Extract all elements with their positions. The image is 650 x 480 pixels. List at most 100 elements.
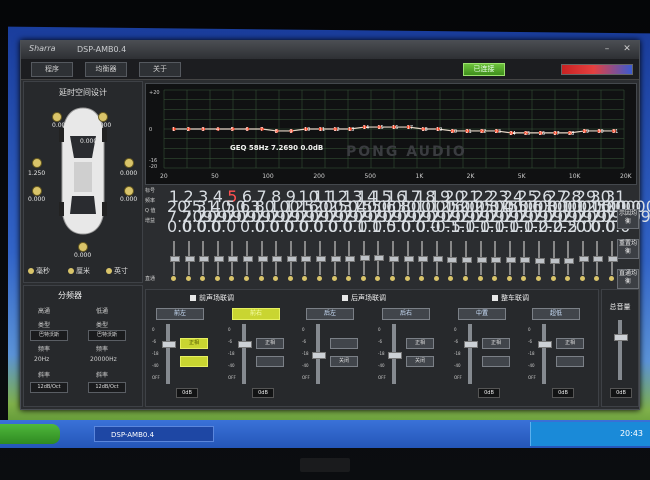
group-whole-link[interactable]: 整车联调: [492, 293, 529, 303]
phase-button[interactable]: [330, 338, 358, 349]
slider-knob[interactable]: [578, 256, 589, 262]
eq-band-slider[interactable]: [255, 241, 269, 277]
phase-button[interactable]: 正相: [406, 338, 434, 349]
eq-band-slider[interactable]: [532, 241, 546, 277]
slider-knob[interactable]: [257, 256, 268, 262]
eq-band-slider[interactable]: [386, 241, 400, 277]
eq-cell-gain[interactable]: 0.0: [211, 217, 236, 236]
slider-knob[interactable]: [286, 256, 297, 262]
eq-band-slider[interactable]: [342, 241, 356, 277]
lp-type-select[interactable]: 巴特沃斯: [88, 330, 126, 341]
bypass-dot-icon[interactable]: [273, 276, 279, 281]
start-button[interactable]: [0, 424, 60, 444]
bypass-dot-icon[interactable]: [185, 276, 191, 281]
channel-fader-knob[interactable]: [238, 340, 252, 348]
slider-knob[interactable]: [418, 256, 429, 262]
eq-cell-gain[interactable]: 1.5: [371, 217, 396, 236]
eq-band-slider[interactable]: [196, 241, 210, 277]
side-button-bypass-eq[interactable]: 直通均衡: [617, 269, 639, 289]
eq-cell-gain[interactable]: -1.0: [474, 217, 505, 236]
bypass-dot-icon[interactable]: [258, 276, 264, 281]
eq-band-slider[interactable]: [371, 241, 385, 277]
menu-program[interactable]: 程序: [31, 62, 73, 77]
channel-name-button[interactable]: 超低: [532, 308, 580, 320]
bypass-dot-icon[interactable]: [360, 276, 366, 281]
slider-knob[interactable]: [462, 256, 472, 263]
lp-freq-value[interactable]: 20000Hz: [90, 356, 117, 363]
eq-cell-gain[interactable]: 0.0: [328, 217, 353, 236]
slider-knob[interactable]: [184, 256, 195, 262]
bypass-dot-icon[interactable]: [506, 276, 512, 281]
side-button-reset-eq[interactable]: 重置均衡: [617, 239, 639, 259]
bypass-dot-icon[interactable]: [229, 276, 235, 281]
channel-fader-knob[interactable]: [162, 340, 176, 348]
channel-name-button[interactable]: 中置: [458, 308, 506, 320]
slider-knob[interactable]: [345, 256, 356, 262]
eq-cell-gain[interactable]: 0.0: [386, 217, 411, 236]
bypass-dot-icon[interactable]: [214, 276, 220, 281]
bypass-dot-icon[interactable]: [244, 276, 249, 281]
eq-band-slider[interactable]: [401, 241, 415, 277]
slider-knob[interactable]: [476, 256, 487, 263]
bypass-dot-icon[interactable]: [492, 276, 498, 281]
slider-knob[interactable]: [243, 256, 253, 262]
phase-button[interactable]: 正相: [180, 338, 208, 349]
speaker-mid-right-icon[interactable]: [124, 158, 134, 168]
eq-cell-gain[interactable]: -1.0: [459, 217, 490, 236]
taskbar-app-item[interactable]: DSP-AMB0.4: [94, 426, 214, 442]
eq-band-slider[interactable]: [561, 241, 575, 277]
bypass-dot-icon[interactable]: [565, 276, 571, 281]
menu-equalizer[interactable]: 均衡器: [85, 62, 127, 77]
group-rear-link[interactable]: 后声场联调: [342, 293, 386, 303]
eq-cell-gain[interactable]: 0.0: [196, 217, 221, 236]
eq-cell-gain[interactable]: 0.0: [590, 217, 615, 236]
slider-knob[interactable]: [359, 255, 370, 262]
eq-cell-gain[interactable]: 0.0: [401, 217, 426, 236]
hp-freq-value[interactable]: 20Hz: [34, 356, 49, 363]
bypass-dot-icon[interactable]: [346, 276, 352, 281]
phase-button[interactable]: 正相: [256, 338, 284, 349]
mute-button[interactable]: 关闭: [330, 356, 358, 367]
bypass-dot-icon[interactable]: [317, 276, 322, 281]
slider-knob[interactable]: [432, 256, 443, 263]
eq-band-slider[interactable]: [590, 241, 604, 277]
master-fader-knob[interactable]: [614, 334, 628, 341]
slider-knob[interactable]: [374, 254, 385, 261]
eq-band-slider[interactable]: [576, 241, 590, 277]
eq-band-slider[interactable]: [459, 241, 473, 277]
slider-knob[interactable]: [520, 256, 531, 263]
eq-band-slider[interactable]: [211, 241, 225, 277]
lp-slope-select[interactable]: 12dB/Oct: [88, 382, 126, 393]
eq-band-slider[interactable]: [167, 241, 181, 277]
eq-band-slider[interactable]: [503, 241, 517, 277]
hp-type-select[interactable]: 巴特沃斯: [30, 330, 68, 341]
bypass-dot-icon[interactable]: [287, 276, 293, 281]
bypass-dot-icon[interactable]: [550, 276, 556, 281]
eq-band-slider[interactable]: [182, 241, 196, 277]
eq-cell-gain[interactable]: 0.0: [255, 217, 280, 236]
eq-band-slider[interactable]: [474, 241, 488, 277]
bypass-dot-icon[interactable]: [521, 276, 527, 281]
eq-band-slider[interactable]: [313, 241, 327, 277]
slider-knob[interactable]: [593, 256, 604, 262]
speaker-rear-right-icon[interactable]: [124, 186, 134, 196]
bypass-dot-icon[interactable]: [609, 276, 614, 281]
bypass-dot-icon[interactable]: [331, 276, 337, 281]
bypass-dot-icon[interactable]: [419, 276, 425, 281]
eq-cell-gain[interactable]: 0.0: [240, 217, 265, 236]
mute-button[interactable]: [256, 356, 284, 367]
hp-slope-select[interactable]: 12dB/Oct: [30, 382, 68, 393]
eq-cell-gain[interactable]: -1.0: [503, 217, 534, 236]
bypass-dot-icon[interactable]: [375, 276, 381, 281]
slider-knob[interactable]: [330, 256, 341, 262]
slider-knob[interactable]: [301, 256, 312, 262]
bypass-dot-icon[interactable]: [200, 276, 206, 281]
eq-cell-gain[interactable]: 1.0: [357, 217, 382, 236]
eq-band-slider[interactable]: [517, 241, 531, 277]
unit-cm-option[interactable]: 厘米: [68, 266, 90, 276]
eq-band-slider[interactable]: [547, 241, 561, 277]
speaker-rear-left-icon[interactable]: [32, 186, 42, 196]
eq-band-slider[interactable]: [444, 241, 458, 277]
bypass-dot-icon[interactable]: [302, 276, 308, 281]
bypass-dot-icon[interactable]: [594, 276, 600, 281]
